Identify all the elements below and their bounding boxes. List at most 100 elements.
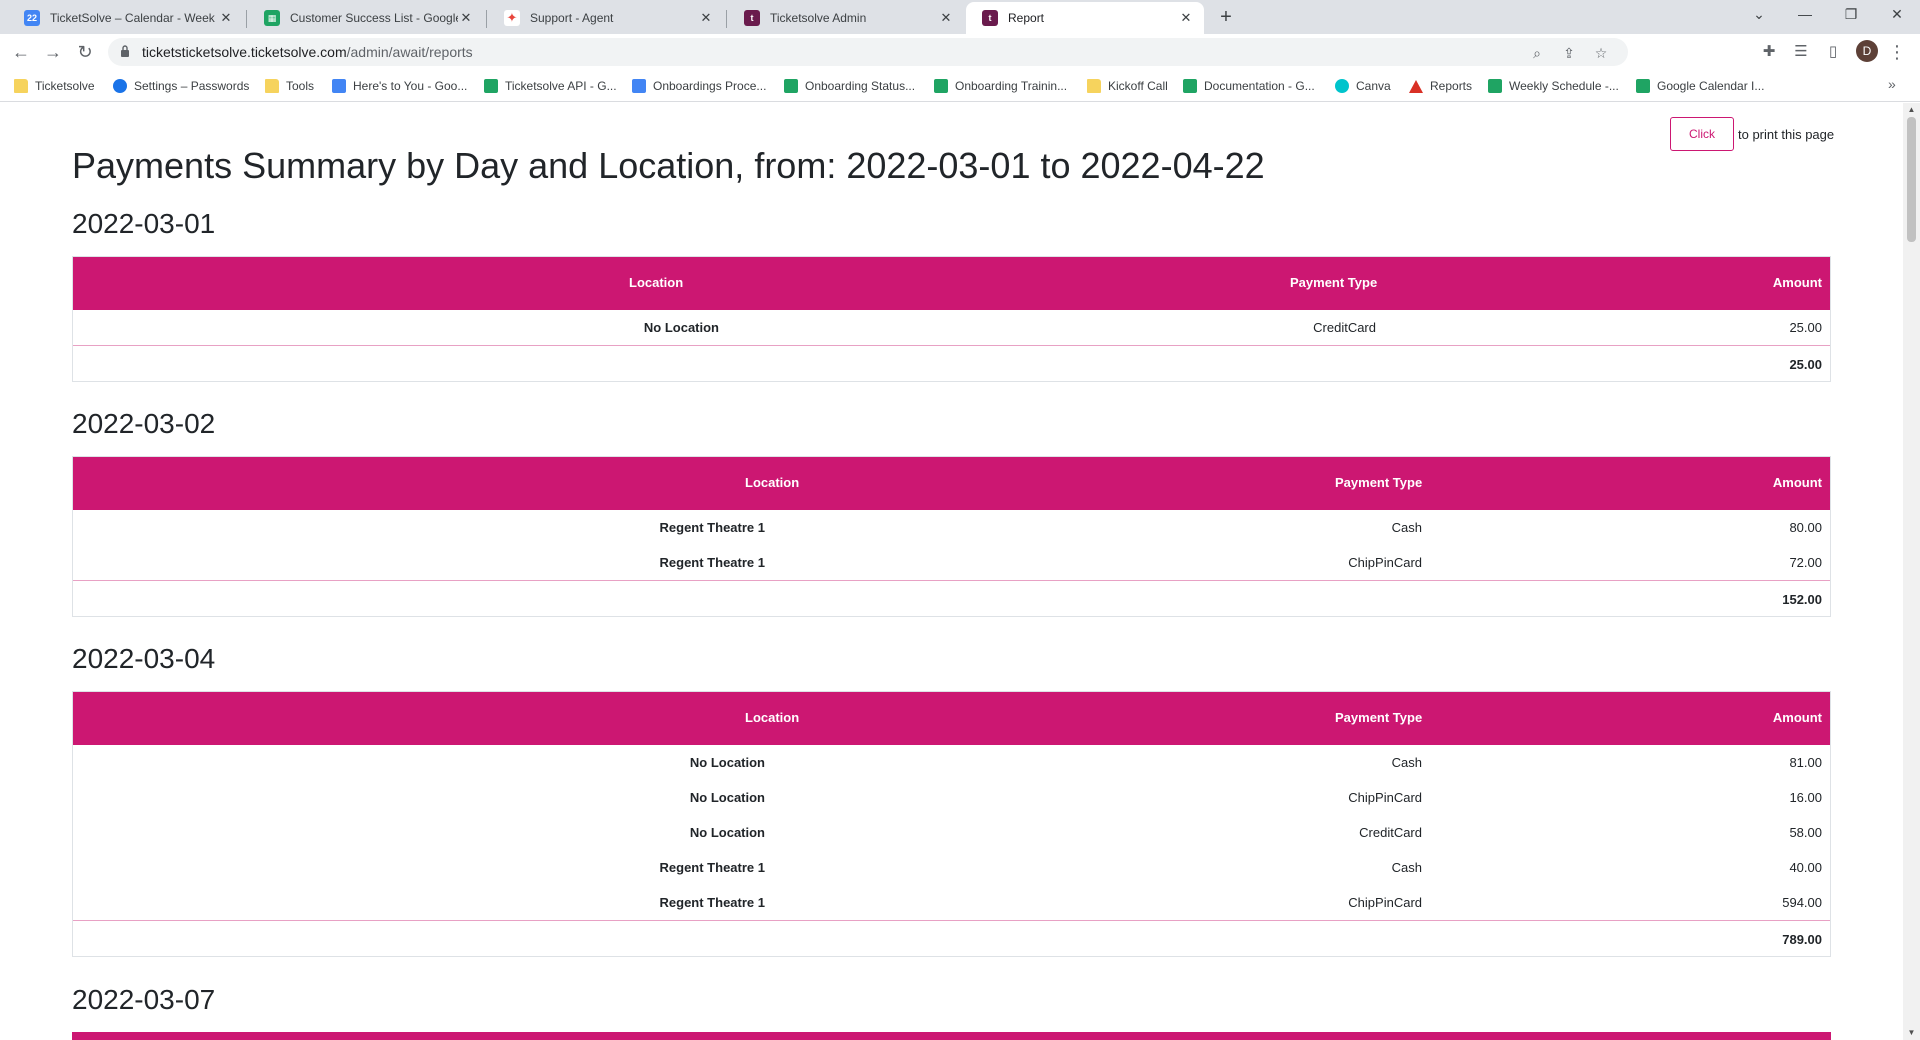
bookmark-weekly-schedule[interactable]: Weekly Schedule -... — [1488, 76, 1619, 96]
bookmark-onboarding-status[interactable]: Onboarding Status... — [784, 76, 915, 96]
address-bar[interactable]: ticketsticketsolve.ticketsolve.com/admin… — [108, 38, 1628, 66]
support-icon: ✦ — [504, 10, 520, 26]
row-amount: 81.00 — [1789, 755, 1822, 770]
col-location: Location — [629, 275, 684, 290]
tab-support-agent[interactable]: ✦ Support - Agent ✕ — [488, 2, 724, 34]
restore-button[interactable]: ❐ — [1828, 0, 1874, 30]
bookmark-canva[interactable]: Canva — [1335, 76, 1391, 96]
table-row: No Location ChipPinCard 16.00 — [73, 780, 1830, 815]
page-title: Payments Summary by Day and Location, fr… — [72, 145, 1265, 186]
row-location: Regent Theatre 1 — [659, 860, 765, 875]
bookmark-settings-passwords[interactable]: Settings – Passwords — [113, 76, 249, 96]
bookmark-reports[interactable]: Reports — [1409, 76, 1472, 96]
row-amount: 25.00 — [1789, 320, 1822, 335]
ticketsolve-icon: t — [982, 10, 998, 26]
bookmark-heres-to-you[interactable]: Here's to You - Goo... — [332, 76, 467, 96]
print-button[interactable]: Click — [1670, 117, 1734, 151]
tab-ticketsolve-admin[interactable]: t Ticketsolve Admin ✕ — [728, 2, 964, 34]
bookmark-ticketsolve[interactable]: Ticketsolve — [14, 76, 95, 96]
table-header: Location Payment Type Amount — [73, 457, 1830, 510]
extensions-puzzle-icon[interactable]: ✚ — [1756, 39, 1782, 65]
row-amount: 58.00 — [1789, 825, 1822, 840]
share-icon[interactable]: ⇪ — [1560, 44, 1578, 62]
payments-table: Location Payment Type Amount No Location… — [72, 256, 1831, 382]
close-icon[interactable]: ✕ — [458, 10, 474, 26]
tab-title: Support - Agent — [530, 11, 614, 25]
sheets-icon — [1636, 79, 1650, 93]
table-row: Regent Theatre 1 ChipPinCard 594.00 — [73, 885, 1830, 920]
bookmark-onboarding-training[interactable]: Onboarding Trainin... — [934, 76, 1067, 96]
tab-customer-success[interactable]: ▦ Customer Success List - Google S ✕ — [248, 2, 484, 34]
col-location: Location — [745, 710, 800, 725]
day-heading: 2022-03-01 — [72, 208, 216, 239]
bookmark-kickoff-call[interactable]: Kickoff Call — [1087, 76, 1168, 96]
tab-report[interactable]: t Report ✕ — [966, 2, 1204, 34]
forward-button[interactable]: → — [40, 39, 66, 65]
gear-icon — [113, 79, 127, 93]
total-amount: 25.00 — [1789, 357, 1822, 372]
print-area: Click to print this page — [1670, 117, 1834, 151]
print-hint: to print this page — [1738, 126, 1835, 142]
menu-kebab-icon[interactable]: ⋮ — [1884, 39, 1910, 65]
minimize-button[interactable]: — — [1782, 0, 1828, 30]
window-close-button[interactable]: ✕ — [1874, 0, 1920, 30]
payments-table: Location Payment Type Amount Regent Thea… — [72, 456, 1831, 617]
sheets-icon: ▦ — [264, 10, 280, 26]
bookmarks-bar: Ticketsolve Settings – Passwords Tools H… — [0, 70, 1920, 102]
tab-separator — [726, 10, 727, 28]
tab-title: Ticketsolve Admin — [770, 11, 867, 25]
docs-icon — [332, 79, 346, 93]
docs-icon — [632, 79, 646, 93]
table-row: No Location CreditCard 25.00 — [73, 310, 1830, 345]
scrollbar-thumb[interactable] — [1907, 117, 1916, 242]
close-icon[interactable]: ✕ — [218, 10, 234, 26]
avatar[interactable]: D — [1856, 40, 1878, 62]
bookmark-google-calendar[interactable]: Google Calendar I... — [1636, 76, 1764, 96]
row-location: Regent Theatre 1 — [659, 895, 765, 910]
scroll-up-icon[interactable]: ▲ — [1903, 103, 1920, 117]
close-icon[interactable]: ✕ — [698, 10, 714, 26]
folder-icon — [265, 79, 279, 93]
url-text: ticketsticketsolve.ticketsolve.com/admin… — [142, 44, 473, 60]
zoom-icon[interactable]: ⌕ — [1528, 44, 1546, 62]
row-amount: 40.00 — [1789, 860, 1822, 875]
reload-button[interactable]: ↻ — [72, 39, 98, 65]
page-scrollbar[interactable]: ▲ ▼ — [1903, 103, 1920, 1040]
row-payment-type: ChipPinCard — [1348, 555, 1422, 570]
row-payment-type: ChipPinCard — [1348, 790, 1422, 805]
table-total-row: 25.00 — [73, 345, 1830, 381]
row-payment-type: Cash — [1391, 755, 1422, 770]
tab-calendar[interactable]: 22 TicketSolve – Calendar - Week of ✕ — [8, 2, 244, 34]
scroll-down-icon[interactable]: ▼ — [1903, 1026, 1920, 1040]
new-tab-button[interactable]: + — [1213, 6, 1239, 30]
bookmark-onboardings-process[interactable]: Onboardings Proce... — [632, 76, 766, 96]
col-amount: Amount — [1772, 710, 1822, 725]
bookmark-star-icon[interactable]: ☆ — [1592, 44, 1610, 62]
row-amount: 16.00 — [1789, 790, 1822, 805]
col-payment-type: Payment Type — [1335, 475, 1423, 490]
ticketsolve-icon: t — [744, 10, 760, 26]
bookmark-tools[interactable]: Tools — [265, 76, 314, 96]
reading-list-icon[interactable]: ☰ — [1788, 39, 1814, 65]
report-page: Click to print this page Payments Summar… — [0, 103, 1903, 1040]
back-button[interactable]: ← — [8, 39, 34, 65]
tab-title: TicketSolve – Calendar - Week of — [50, 11, 218, 25]
more-bookmarks-icon[interactable]: » — [1888, 76, 1896, 92]
row-location: Regent Theatre 1 — [659, 520, 765, 535]
bookmark-ticketsolve-api[interactable]: Ticketsolve API - G... — [484, 76, 617, 96]
col-payment-type: Payment Type — [1335, 710, 1423, 725]
table-total-row: 152.00 — [73, 580, 1830, 616]
tab-separator — [246, 10, 247, 28]
bookmark-documentation[interactable]: Documentation - G... — [1183, 76, 1315, 96]
folder-icon — [14, 79, 28, 93]
close-icon[interactable]: ✕ — [938, 10, 954, 26]
col-payment-type: Payment Type — [1290, 275, 1378, 290]
calendar-icon: 22 — [24, 10, 40, 26]
tab-search-icon[interactable]: ⌄ — [1736, 0, 1782, 30]
close-icon[interactable]: ✕ — [1178, 10, 1194, 26]
tab-title: Report — [1008, 11, 1045, 25]
side-panel-icon[interactable]: ▯ — [1820, 39, 1846, 65]
table-total-row: 789.00 — [73, 920, 1830, 956]
row-location: No Location — [689, 825, 765, 840]
day-heading: 2022-03-02 — [72, 408, 216, 439]
